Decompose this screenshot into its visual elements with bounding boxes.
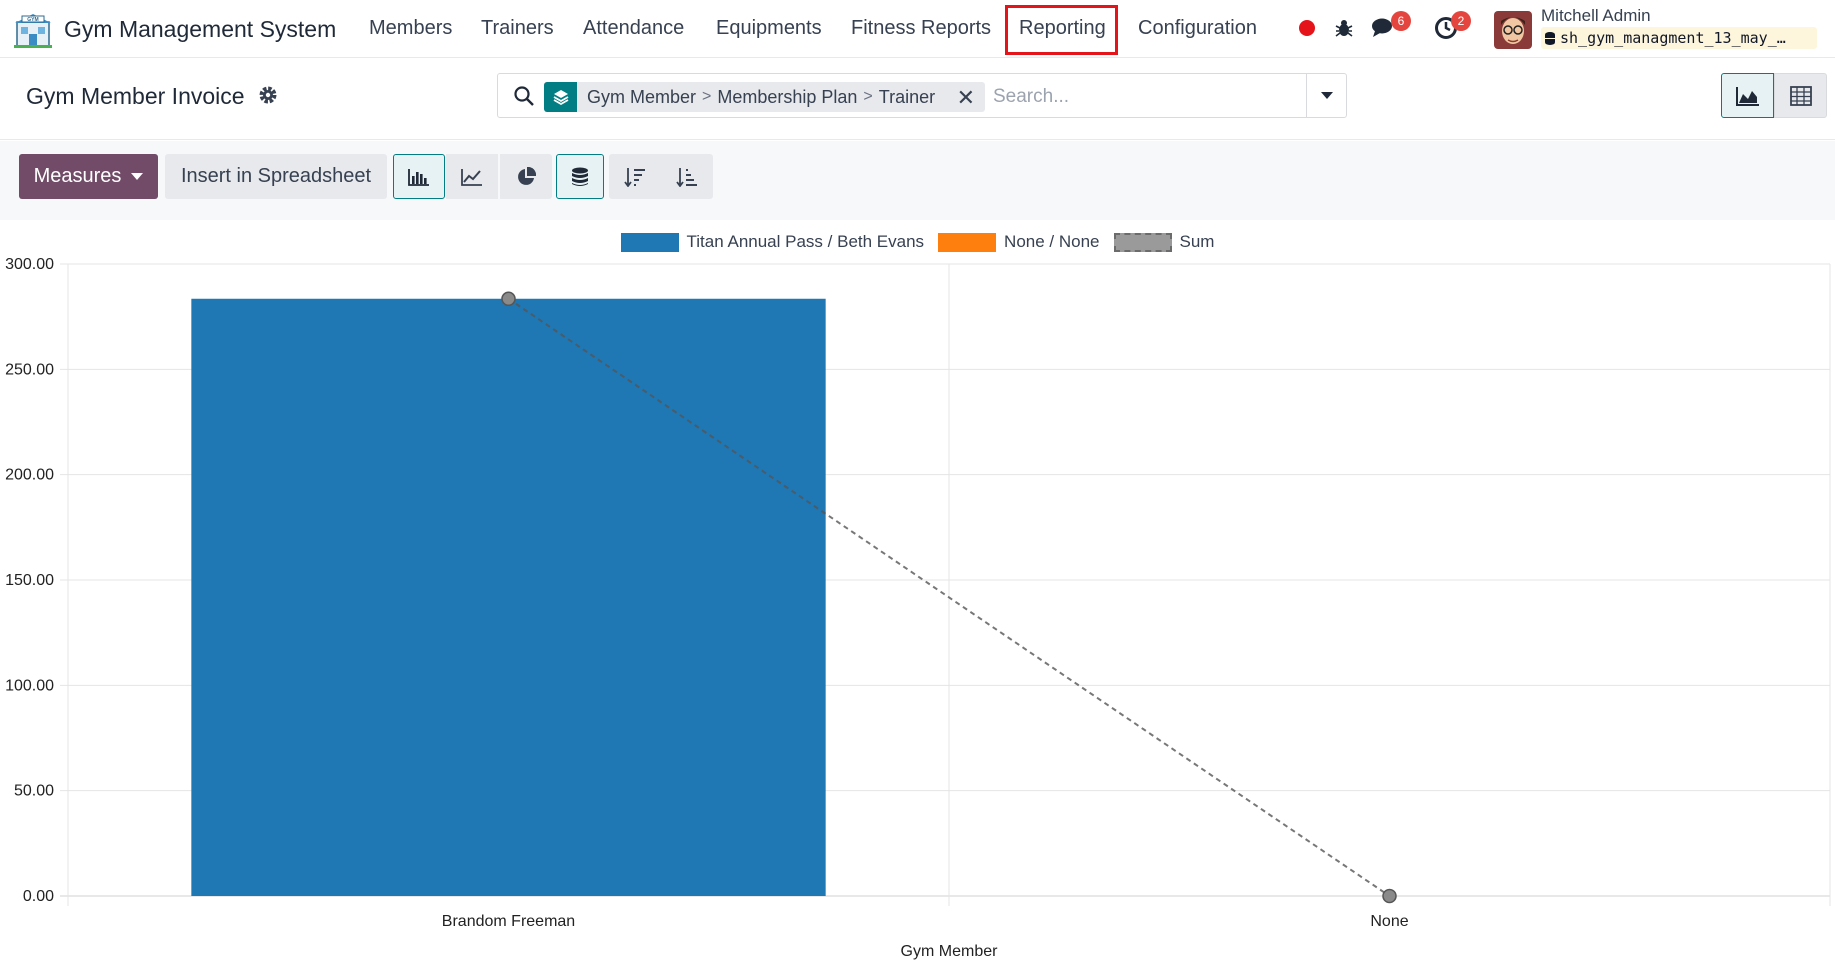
messages-badge: 6 [1391, 11, 1411, 31]
sum-point [1382, 888, 1397, 904]
menu-members[interactable]: Members [369, 17, 452, 40]
facet-part-trainer: Trainer [878, 86, 936, 107]
app-name[interactable]: Gym Management System [64, 16, 336, 43]
menu-equipments[interactable]: Equipments [716, 17, 822, 40]
database-name: sh_gym_managment_13_may_… [1560, 29, 1786, 47]
database-stack-icon [572, 167, 588, 186]
sort-ascending-button[interactable] [661, 154, 713, 199]
pie-chart-icon [518, 166, 536, 185]
caret-down-icon [131, 173, 144, 180]
search-bar: Gym Member > Membership Plan > Trainer ✕ [497, 73, 1347, 118]
sum-point [501, 291, 516, 307]
y-tick-label: 250.00 [5, 361, 54, 378]
graph-view-button[interactable] [1721, 73, 1774, 118]
search-input[interactable] [993, 82, 1303, 112]
layers-icon [544, 82, 577, 112]
gym-building-icon[interactable]: GYM [14, 12, 52, 48]
svg-text:GYM: GYM [27, 17, 38, 23]
caret-down-icon [1320, 91, 1333, 99]
stacked-button[interactable] [556, 154, 604, 199]
facet-part-membership-plan: Membership Plan [717, 86, 858, 107]
menu-reporting[interactable]: Reporting [1019, 17, 1106, 40]
measures-button[interactable]: Measures [19, 154, 158, 199]
bug-icon[interactable] [1331, 15, 1357, 41]
sort-descending-icon [624, 167, 645, 187]
x-axis-title: Gym Member [901, 943, 999, 960]
facet-separator: > [863, 88, 873, 105]
menu-fitness-reports[interactable]: Fitness Reports [851, 17, 991, 40]
groupby-facet[interactable]: Gym Member > Membership Plan > Trainer ✕ [577, 82, 985, 112]
y-tick-label: 200.00 [5, 467, 54, 484]
line-chart-icon [461, 168, 482, 186]
activities-badge: 2 [1451, 11, 1471, 31]
top-navbar: GYM Gym Management System Members Traine… [0, 0, 1835, 58]
x-tick-label: None [1370, 913, 1408, 930]
measures-label: Measures [33, 165, 122, 187]
x-tick-label: Brandom Freeman [442, 913, 575, 930]
search-icon[interactable] [513, 85, 535, 107]
menu-trainers[interactable]: Trainers [481, 17, 554, 40]
menu-configuration[interactable]: Configuration [1138, 17, 1257, 40]
y-tick-label: 100.00 [5, 677, 54, 694]
avatar[interactable] [1494, 11, 1532, 49]
y-tick-label: 150.00 [5, 572, 54, 589]
bar-1 [191, 298, 826, 896]
database-badge[interactable]: sh_gym_managment_13_may_… [1541, 27, 1817, 49]
bar-chart-button[interactable] [393, 154, 445, 199]
facet-part-gym-member: Gym Member [587, 86, 697, 107]
graph-chart: Titan Annual Pass / Beth Evans None / No… [0, 220, 1835, 966]
chart-plot: 0.00 50.00 100.00 150.00 200.00 250.00 300.00 B… [5, 256, 1831, 960]
close-icon[interactable]: ✕ [957, 85, 975, 111]
y-tick-label: 50.00 [14, 783, 54, 800]
insert-spreadsheet-button[interactable]: Insert in Spreadsheet [165, 154, 387, 199]
search-options-toggle[interactable] [1306, 74, 1346, 117]
y-tick-label: 300.00 [5, 256, 54, 273]
pie-chart-button[interactable] [500, 154, 552, 199]
sort-descending-button[interactable] [609, 154, 661, 199]
record-icon[interactable] [1294, 15, 1320, 41]
user-name[interactable]: Mitchell Admin [1541, 6, 1651, 26]
facet-separator: > [702, 88, 712, 105]
sort-ascending-icon [676, 167, 697, 187]
gear-icon[interactable] [258, 85, 278, 105]
page-title: Gym Member Invoice [26, 83, 245, 109]
y-tick-label: 0.00 [23, 888, 54, 905]
graph-toolbar: Measures Insert in Spreadsheet [0, 141, 1835, 220]
pivot-view-button[interactable] [1774, 73, 1827, 118]
database-icon [1545, 31, 1555, 45]
bar-chart-icon [408, 168, 429, 186]
area-chart-icon [1735, 86, 1759, 106]
table-icon [1789, 85, 1812, 106]
line-chart-button[interactable] [446, 154, 498, 199]
menu-attendance[interactable]: Attendance [583, 17, 684, 40]
control-panel: Gym Member Invoice Gym Member > Membersh… [0, 58, 1835, 140]
